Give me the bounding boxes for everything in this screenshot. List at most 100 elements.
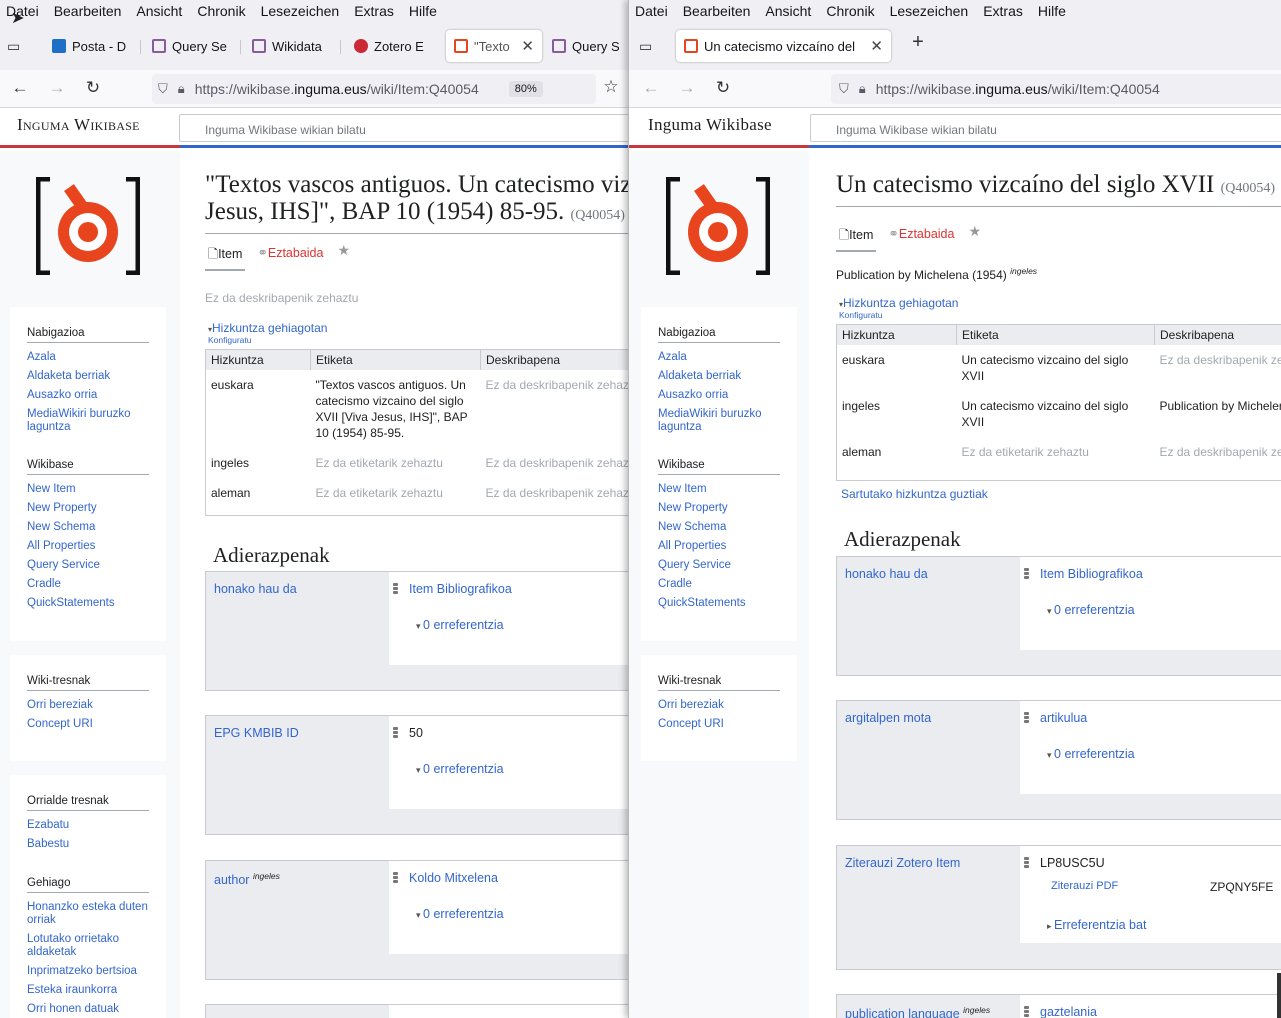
- link-page-info[interactable]: Orri honen datuak: [27, 1003, 149, 1016]
- reload-icon[interactable]: ↻: [82, 78, 104, 98]
- rank-selector-icon[interactable]: [1023, 567, 1030, 581]
- link-concept-uri[interactable]: Concept URI: [658, 718, 780, 731]
- inguma-logo[interactable]: [666, 177, 770, 275]
- property-link[interactable]: publication language ingeles: [845, 1005, 990, 1018]
- link-printable[interactable]: Inprimatzeko bertsioa: [27, 965, 149, 978]
- tab-zotero[interactable]: Zotero E: [354, 30, 436, 62]
- nav-link-new-schema[interactable]: New Schema: [658, 521, 780, 534]
- nav-link-quickstatements[interactable]: QuickStatements: [27, 597, 149, 610]
- nav-link-new-item[interactable]: New Item: [658, 483, 780, 496]
- configure-link[interactable]: Konfiguratu: [205, 335, 628, 345]
- menu-bearbeiten[interactable]: Bearbeiten: [54, 3, 122, 19]
- tab-catecismo-active[interactable]: Un catecismo vizcaíno del ✕: [676, 30, 891, 62]
- menu-extras[interactable]: Extras: [983, 3, 1023, 19]
- new-tab-icon[interactable]: +: [907, 31, 929, 54]
- statement-value[interactable]: Item Bibliografikoa: [409, 582, 512, 596]
- lock-icon[interactable]: 🔒︎: [859, 81, 866, 97]
- nav-link-all-properties[interactable]: All Properties: [27, 540, 149, 553]
- all-languages-link[interactable]: Sartutako hizkuntza guztiak: [841, 487, 1281, 501]
- menu-ansicht[interactable]: Ansicht: [765, 3, 811, 19]
- tab-list-icon[interactable]: ▭: [7, 38, 27, 54]
- site-name[interactable]: Inguma Wikibase: [648, 115, 772, 135]
- nav-link-help[interactable]: MediaWikiri buruzko laguntza: [27, 408, 149, 434]
- menu-hilfe[interactable]: Hilfe: [409, 3, 437, 19]
- references-toggle[interactable]: Erreferentzia bat: [1047, 918, 1146, 932]
- rank-selector-icon[interactable]: [392, 726, 399, 740]
- forward-icon[interactable]: →: [676, 78, 698, 98]
- nav-link-new-schema[interactable]: New Schema: [27, 521, 149, 534]
- forward-icon[interactable]: →: [46, 78, 68, 98]
- statement-value[interactable]: artikulua: [1040, 711, 1087, 725]
- property-link[interactable]: EPG KMBIB ID: [214, 726, 299, 740]
- rank-selector-icon[interactable]: [392, 871, 399, 885]
- tab-query-service[interactable]: Query Se: [152, 30, 234, 62]
- link-special-pages[interactable]: Orri bereziak: [27, 699, 149, 712]
- menu-datei[interactable]: Datei: [635, 3, 668, 19]
- statement-value[interactable]: Item Bibliografikoa: [1040, 567, 1143, 581]
- back-icon[interactable]: ←: [9, 78, 31, 98]
- nav-link-cradle[interactable]: Cradle: [658, 578, 780, 591]
- tab-item[interactable]: 🗋︎Item: [836, 223, 877, 252]
- url-bar[interactable]: ⛉ 🔒︎ https://wikibase. inguma.eus/wiki/It…: [152, 74, 596, 104]
- nav-link-cradle[interactable]: Cradle: [27, 578, 149, 591]
- nav-link-random[interactable]: Ausazko orria: [27, 389, 149, 402]
- watch-star-icon[interactable]: ★: [968, 223, 981, 252]
- lock-icon[interactable]: 🔒︎: [178, 81, 185, 97]
- tab-discussion[interactable]: ⚭Eztabaida: [888, 223, 954, 252]
- nav-link-azala[interactable]: Azala: [658, 351, 780, 364]
- nav-link-new-property[interactable]: New Property: [658, 502, 780, 515]
- nav-link-all-properties[interactable]: All Properties: [658, 540, 780, 553]
- references-toggle[interactable]: 0 erreferentzia: [416, 618, 504, 632]
- references-toggle[interactable]: 0 erreferentzia: [416, 762, 504, 776]
- statement-value[interactable]: Koldo Mitxelena: [409, 871, 498, 885]
- url-bar[interactable]: ⛉ 🔒︎ https://wikibase. inguma.eus/wiki/It…: [831, 74, 1281, 104]
- property-link[interactable]: author ingeles: [214, 871, 280, 887]
- menu-chronik[interactable]: Chronik: [826, 3, 874, 19]
- scrollbar-thumb[interactable]: [1277, 973, 1281, 1018]
- nav-link-quickstatements[interactable]: QuickStatements: [658, 597, 780, 610]
- nav-link-random[interactable]: Ausazko orria: [658, 389, 780, 402]
- shield-icon[interactable]: ⛉: [839, 81, 849, 97]
- close-tab-icon[interactable]: ✕: [521, 37, 534, 55]
- link-protect[interactable]: Babestu: [27, 838, 149, 851]
- nav-link-query-service[interactable]: Query Service: [658, 559, 780, 572]
- search-input[interactable]: Inguma Wikibase wikian bilatu: [179, 114, 628, 142]
- site-name[interactable]: Inguma Wikibase: [17, 115, 140, 135]
- property-link[interactable]: Ziterauzi Zotero Item: [845, 856, 960, 870]
- menu-extras[interactable]: Extras: [354, 3, 394, 19]
- rank-selector-icon[interactable]: [1023, 711, 1030, 725]
- rank-selector-icon[interactable]: [392, 582, 399, 596]
- nav-link-new-item[interactable]: New Item: [27, 483, 149, 496]
- qualifier-property-link[interactable]: Ziterauzi PDF: [1051, 880, 1118, 892]
- nav-link-query-service[interactable]: Query Service: [27, 559, 149, 572]
- menu-lesezeichen[interactable]: Lesezeichen: [261, 3, 340, 19]
- shield-icon[interactable]: ⛉: [158, 81, 168, 97]
- menu-ansicht[interactable]: Ansicht: [136, 3, 182, 19]
- more-languages-toggle[interactable]: Hizkuntza gehiagotan: [843, 296, 958, 310]
- property-link[interactable]: honako hau da: [214, 582, 297, 596]
- zoom-indicator[interactable]: 80%: [508, 81, 543, 97]
- nav-link-help[interactable]: MediaWikiri buruzko laguntza: [658, 408, 780, 434]
- nav-link-azala[interactable]: Azala: [27, 351, 149, 364]
- inguma-logo[interactable]: [36, 177, 140, 275]
- tab-wikidata[interactable]: Wikidata: [252, 30, 334, 62]
- property-link[interactable]: argitalpen mota: [845, 711, 931, 725]
- bookmark-star-icon[interactable]: ☆: [600, 77, 622, 97]
- menu-bearbeiten[interactable]: Bearbeiten: [683, 3, 751, 19]
- tab-posta[interactable]: Posta - D: [52, 30, 134, 62]
- references-toggle[interactable]: 0 erreferentzia: [1047, 603, 1135, 617]
- search-input[interactable]: Inguma Wikibase wikian bilatu: [810, 114, 1281, 142]
- nav-link-new-property[interactable]: New Property: [27, 502, 149, 515]
- tab-textos-active[interactable]: "Texto ✕: [446, 30, 542, 62]
- tab-query-service-2[interactable]: Query S: [552, 30, 628, 62]
- menu-lesezeichen[interactable]: Lesezeichen: [890, 3, 969, 19]
- property-link[interactable]: honako hau da: [845, 567, 928, 581]
- watch-star-icon[interactable]: ★: [337, 242, 350, 271]
- close-tab-icon[interactable]: ✕: [870, 37, 883, 55]
- tab-list-icon[interactable]: ▭: [639, 38, 659, 54]
- reload-icon[interactable]: ↻: [712, 78, 734, 98]
- statement-value[interactable]: gaztelania: [1040, 1005, 1097, 1018]
- link-permanent[interactable]: Esteka iraunkorra: [27, 984, 149, 997]
- link-concept-uri[interactable]: Concept URI: [27, 718, 149, 731]
- menu-chronik[interactable]: Chronik: [197, 3, 245, 19]
